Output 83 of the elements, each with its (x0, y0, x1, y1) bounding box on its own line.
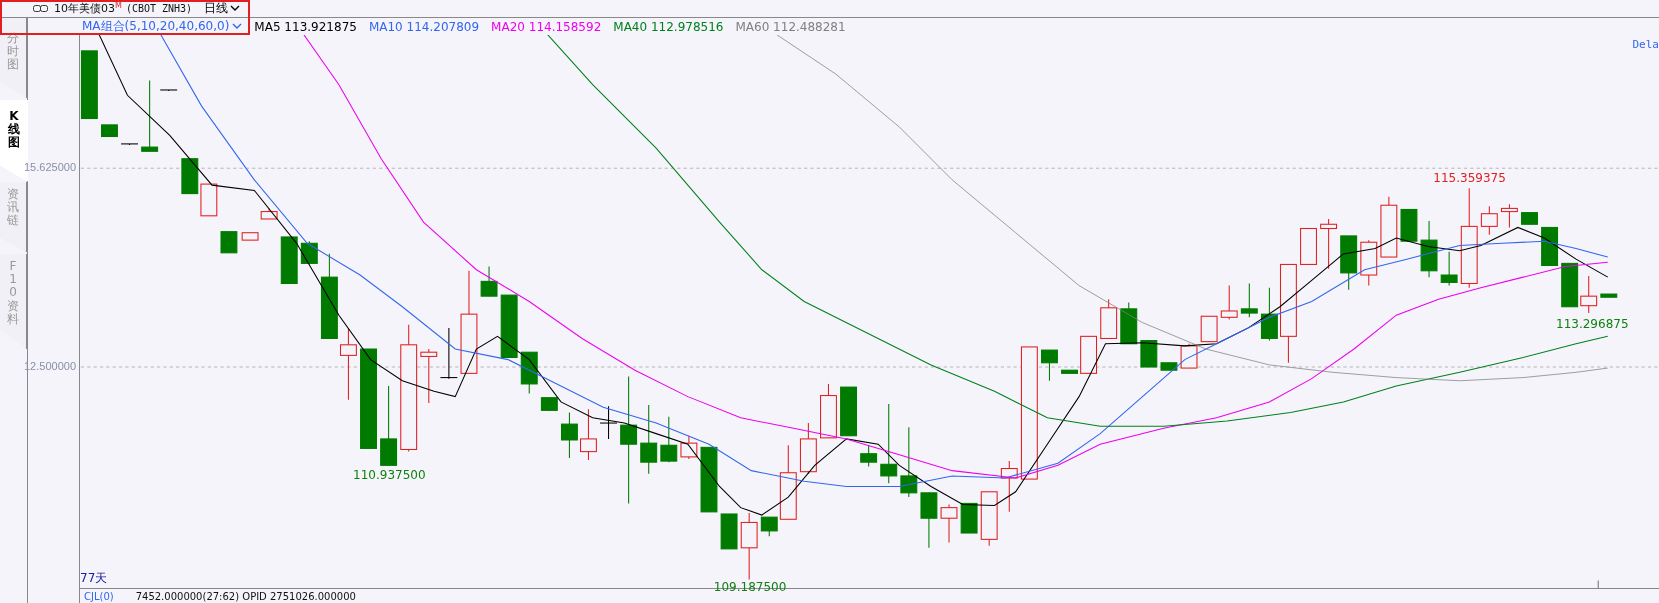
candlestick (940, 503, 958, 544)
candlestick (181, 158, 199, 195)
candlestick (520, 351, 538, 394)
candlestick (1360, 239, 1378, 287)
candlestick (700, 446, 718, 513)
candlestick (1200, 315, 1218, 343)
candlestick (540, 397, 558, 411)
moving-average-value: MA20 114.158592 (491, 19, 602, 34)
candlestick (599, 405, 618, 440)
candlestick (420, 348, 438, 404)
candlestick (640, 404, 658, 475)
price-annotation: 115.359375 (1433, 170, 1506, 185)
price-annotation: 109.187500 (713, 580, 787, 595)
indicator-dropdown[interactable]: MA组合(5,10,20,40,60,0) (82, 18, 243, 35)
candlestick (101, 124, 118, 138)
candlestick (740, 512, 758, 581)
candlestick (799, 422, 817, 475)
candlestick (1521, 212, 1538, 225)
candlestick (1140, 340, 1158, 368)
candlestick (1440, 251, 1458, 287)
moving-average-value: MA10 114.207809 (368, 19, 480, 34)
candlestick (1160, 362, 1178, 371)
link-icon (33, 5, 48, 12)
candlestick (300, 240, 318, 265)
volume-indicator-label[interactable]: CJL(0) (84, 590, 114, 602)
candlestick (680, 435, 698, 460)
candlestick (1320, 218, 1338, 270)
instrument-name[interactable]: 10年美债03 (54, 1, 115, 16)
candlestick (580, 408, 597, 461)
candlestick (1220, 285, 1238, 320)
candlestick (1340, 235, 1358, 291)
candlestick (120, 143, 139, 146)
candlestick (720, 513, 738, 550)
candlestick (960, 502, 978, 534)
candlestick (820, 383, 837, 439)
period-dropdown[interactable]: 日线 (202, 0, 243, 17)
candlestick (480, 266, 498, 297)
axis-tick (1597, 580, 1599, 588)
candlestick (860, 444, 878, 467)
candlestick (1300, 227, 1317, 265)
side-tab[interactable]: 资讯链 (0, 182, 27, 252)
candlestick (200, 183, 218, 217)
candlestick (1100, 298, 1118, 339)
candlestick (1380, 196, 1398, 258)
candlestick (560, 411, 578, 459)
candlestick (1240, 282, 1258, 318)
candlestick (1600, 293, 1618, 298)
candlestick (1400, 208, 1418, 242)
candlestick (1480, 205, 1498, 236)
candlestick (80, 50, 98, 120)
candlestick (260, 207, 278, 220)
price-annotation: 110.937500 (353, 468, 426, 483)
moving-average-value: MA40 112.978516 (613, 19, 724, 34)
instrument-code: (CBOT ZNH3) (125, 3, 193, 14)
candlestick (920, 492, 938, 549)
candlestick (1080, 335, 1098, 374)
candlestick (1500, 203, 1518, 228)
candlestick (439, 327, 458, 380)
moving-average-value: MA60 112.488281 (735, 19, 846, 34)
side-tab[interactable]: F10资料 (0, 254, 27, 349)
chevron-down-icon (230, 5, 241, 12)
candlestick (220, 231, 238, 254)
candlestick (1541, 226, 1559, 267)
candlestick (900, 426, 918, 498)
candlestick (1000, 460, 1018, 513)
candlestick (660, 416, 678, 463)
candlestick (1061, 369, 1078, 374)
candlestick (280, 236, 298, 284)
candlestick (1041, 349, 1058, 382)
day-count: 77天 (80, 570, 108, 587)
candlestick (1580, 275, 1598, 314)
delay-label: Dela (1632, 38, 1659, 51)
price-annotation: 113.296875 (1556, 316, 1629, 331)
chevron-down-icon (232, 23, 243, 30)
volume-value: 7452.000000(27:62) OPID 2751026.000000 (135, 590, 356, 602)
candlestick (1420, 220, 1438, 278)
candlestick (500, 294, 518, 359)
candlestick (1561, 262, 1579, 308)
candlestick (241, 232, 259, 241)
moving-average-value: MA5 113.921875 (254, 19, 357, 34)
candlestick (980, 491, 998, 547)
candlestick (1120, 302, 1138, 345)
candlestick (840, 386, 857, 437)
